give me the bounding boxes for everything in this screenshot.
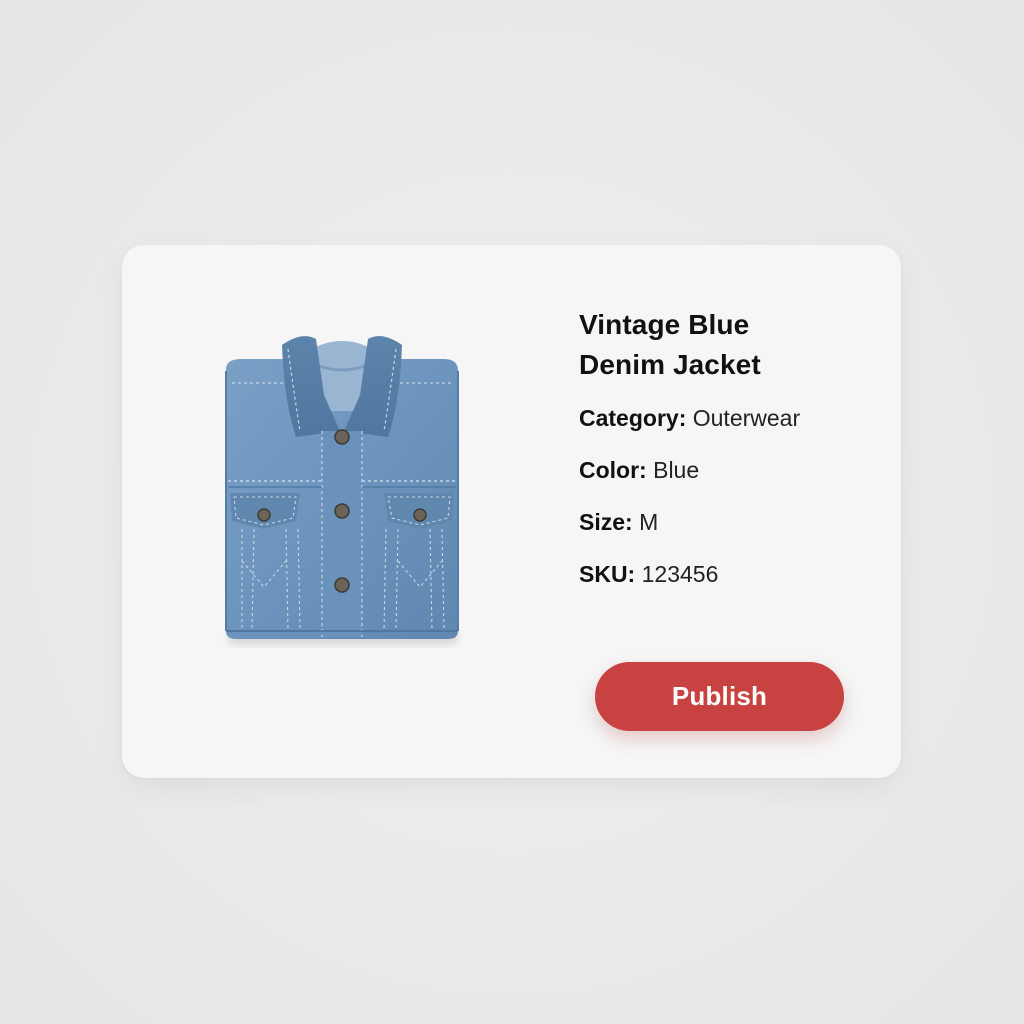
attribute-category: Category: Outerwear bbox=[579, 401, 879, 453]
attribute-sku: SKU: 123456 bbox=[579, 557, 879, 609]
product-card: Vintage Blue Denim Jacket Category: Oute… bbox=[122, 245, 901, 778]
denim-jacket-icon bbox=[225, 336, 459, 645]
attribute-size: Size: M bbox=[579, 505, 879, 557]
attribute-color: Color: Blue bbox=[579, 453, 879, 505]
product-title-line-1: Vintage Blue bbox=[579, 309, 750, 340]
product-title: Vintage Blue Denim Jacket bbox=[579, 305, 879, 385]
attribute-key: SKU: bbox=[579, 561, 636, 587]
product-details: Vintage Blue Denim Jacket Category: Oute… bbox=[579, 305, 879, 609]
attribute-key: Category: bbox=[579, 405, 687, 431]
page-background: Vintage Blue Denim Jacket Category: Oute… bbox=[0, 0, 1024, 1024]
attribute-value: 123456 bbox=[635, 561, 719, 587]
publish-button[interactable]: Publish bbox=[595, 662, 844, 731]
attribute-key: Size: bbox=[579, 509, 633, 535]
product-image bbox=[212, 331, 472, 651]
attribute-key: Color: bbox=[579, 457, 647, 483]
attribute-value: Blue bbox=[646, 457, 700, 483]
product-title-line-2: Denim Jacket bbox=[579, 349, 761, 380]
attribute-value: Outerwear bbox=[686, 405, 801, 431]
attribute-list: Category: Outerwear Color: Blue Size: M … bbox=[579, 401, 879, 609]
attribute-value: M bbox=[632, 509, 659, 535]
